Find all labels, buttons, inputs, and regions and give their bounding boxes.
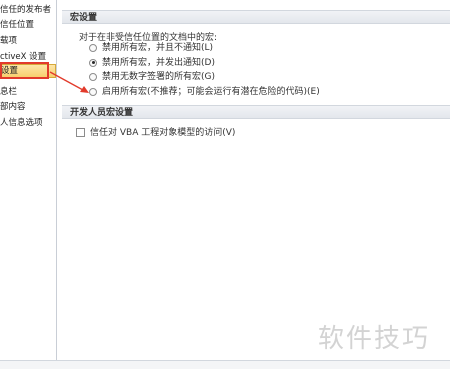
sidebar-item-trusted-locations[interactable]: 信任位置 [0,19,56,32]
macro-settings-panel: 宏设置 对于在非受信任位置的文档中的宏: 禁用所有宏，并且不通知(L) 禁用所有… [62,0,450,368]
checkbox-trust-vba-access[interactable]: 信任对 VBA 工程对象模型的访问(V) [76,127,235,139]
checkbox-label: 信任对 VBA 工程对象模型的访问(V) [90,128,236,138]
checkbox-icon[interactable] [76,128,85,137]
sidebar: 信任的发布者 信任位置 载项 ctiveX 设置 设置 息栏 部内容 人信息选项 [0,0,57,368]
radio-icon[interactable] [89,43,97,52]
radio-checked-icon[interactable] [89,58,97,67]
radio-disable-unsigned[interactable]: 禁用无数字签署的所有宏(G) [89,71,215,83]
radio-enable-all[interactable]: 启用所有宏(不推荐；可能会运行有潜在危险的代码)(E) [89,86,320,98]
radio-label: 禁用所有宏，并发出通知(D) [102,58,215,68]
radio-icon[interactable] [89,87,97,96]
radio-label: 禁用所有宏，并且不通知(L) [102,43,214,53]
radio-disable-with-notify[interactable]: 禁用所有宏，并发出通知(D) [89,57,215,69]
radio-icon[interactable] [89,72,97,81]
radio-disable-no-notify[interactable]: 禁用所有宏，并且不通知(L) [89,42,213,54]
developer-macro-settings-header: 开发人员宏设置 [62,105,450,119]
sidebar-item-trusted-publishers[interactable]: 信任的发布者 [0,4,56,17]
annotation-highlight-box [0,62,49,79]
sidebar-item-external-content[interactable]: 部内容 [0,101,56,114]
macro-settings-header: 宏设置 [62,10,450,24]
sidebar-item-message-bar[interactable]: 息栏 [0,86,56,99]
radio-label: 禁用无数字签署的所有宏(G) [102,72,215,82]
watermark-text: 软件技巧 [318,324,431,354]
sidebar-item-privacy-options[interactable]: 人信息选项 [0,117,56,130]
sidebar-item-addins[interactable]: 载项 [0,35,56,48]
radio-label: 启用所有宏(不推荐；可能会运行有潜在危险的代码)(E) [102,87,320,97]
